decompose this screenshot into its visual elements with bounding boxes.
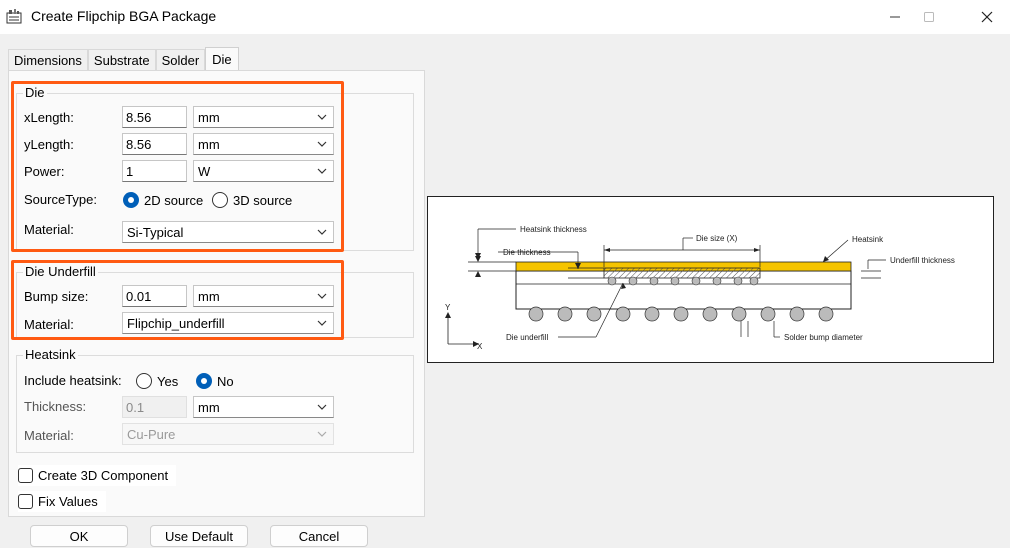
tab-dimensions[interactable]: Dimensions [8, 49, 88, 71]
close-icon [981, 11, 993, 23]
radio-heatsink-yes-label: Yes [157, 373, 179, 389]
heatsink-thickness-label: Heatsink thickness [520, 225, 587, 234]
tab-strip: Dimensions Substrate Solder Die [8, 47, 239, 71]
minimize-icon [890, 16, 900, 18]
heatsink-material-select[interactable]: Cu-Pure [122, 423, 334, 445]
title-bar: Create Flipchip BGA Package [0, 0, 1010, 34]
package-cross-section: Heatsink thickness Die thickness Die siz… [445, 225, 955, 351]
heatsink-label: Heatsink [852, 235, 884, 244]
thickness-label: Thickness: [24, 399, 87, 414]
fix-values-label: Fix Values [38, 494, 98, 509]
chevron-down-icon [317, 404, 327, 410]
die-highlight-box [11, 81, 344, 252]
heatsink-group-title: Heatsink [23, 347, 78, 362]
tab-solder[interactable]: Solder [155, 49, 206, 71]
ok-button[interactable]: OK [30, 525, 128, 547]
window-title: Create Flipchip BGA Package [31, 8, 217, 24]
checkbox-unchecked-icon [18, 468, 33, 483]
radio-heatsink-no-label: No [217, 373, 234, 389]
die-shape [603, 267, 761, 279]
radio-heatsink-no[interactable]: No [196, 373, 234, 389]
close-button[interactable] [964, 0, 1010, 34]
use-default-button[interactable]: Use Default [150, 525, 248, 547]
die-underfill-label: Die underfill [506, 333, 548, 342]
thickness-unit-value: mm [198, 400, 220, 415]
cancel-button[interactable]: Cancel [270, 525, 368, 547]
include-heatsink-label: Include heatsink: [24, 373, 122, 388]
app-icon [6, 9, 22, 24]
radio-unselected-icon [136, 373, 152, 389]
package-diagram: Heatsink thickness Die thickness Die siz… [427, 196, 994, 363]
radio-selected-icon [196, 373, 212, 389]
underfill-highlight-box [11, 260, 344, 340]
fix-values-checkbox[interactable]: Fix Values [18, 491, 106, 512]
tab-substrate[interactable]: Substrate [87, 49, 156, 71]
radio-heatsink-yes[interactable]: Yes [136, 373, 178, 389]
tab-die[interactable]: Die [205, 47, 239, 71]
chevron-down-icon [317, 431, 327, 437]
solder-bump-diameter-label: Solder bump diameter [784, 333, 863, 342]
thickness-input[interactable]: 0.1 [122, 396, 187, 418]
die-thickness-label: Die thickness [503, 248, 551, 257]
create-3d-component-checkbox[interactable]: Create 3D Component [18, 465, 177, 486]
thickness-unit-select[interactable]: mm [193, 396, 334, 418]
die-size-label: Die size (X) [696, 234, 738, 243]
heatsink-material-value: Cu-Pure [127, 427, 176, 442]
heatsink-material-label: Material: [24, 428, 74, 443]
checkbox-unchecked-icon [18, 494, 33, 509]
axis-y-label: Y [445, 303, 451, 312]
maximize-button[interactable] [906, 0, 952, 34]
axis-x-label: X [477, 342, 483, 351]
maximize-icon [924, 12, 934, 22]
underfill-thickness-label: Underfill thickness [890, 256, 955, 265]
create-3d-component-label: Create 3D Component [38, 468, 169, 483]
